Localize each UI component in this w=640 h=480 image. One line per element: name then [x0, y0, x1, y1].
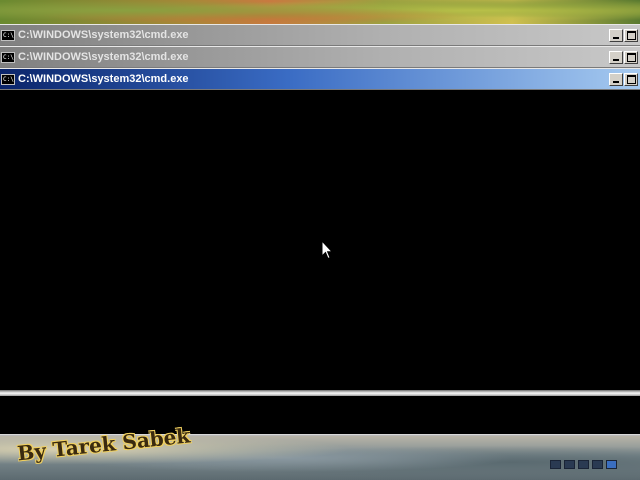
mouse-pointer-icon: [321, 240, 333, 260]
cmd-icon[interactable]: C:\: [1, 51, 15, 63]
cmd-window-2[interactable]: C:\ C:\WINDOWS\system32\cmd.exe: [0, 46, 640, 68]
console-area[interactable]: [0, 90, 640, 390]
slide-dot: [564, 460, 575, 469]
slide-dot: [578, 460, 589, 469]
console-lower-area[interactable]: [0, 396, 640, 434]
caption-buttons: [609, 72, 640, 86]
maximize-button[interactable]: [624, 72, 638, 86]
minimize-button[interactable]: [609, 50, 623, 64]
slide-dot: [592, 460, 603, 469]
maximize-button[interactable]: [624, 28, 638, 42]
cmd-window-3-titlebar[interactable]: C:\ C:\WINDOWS\system32\cmd.exe: [0, 69, 640, 89]
cmd-icon[interactable]: C:\: [1, 29, 15, 41]
caption-buttons: [609, 50, 640, 64]
cmd-icon[interactable]: C:\: [1, 73, 15, 85]
cmd-window-1-titlebar[interactable]: C:\ C:\WINDOWS\system32\cmd.exe: [0, 25, 640, 45]
caption-buttons: [609, 28, 640, 42]
desktop-wallpaper-top: [0, 0, 640, 26]
slide-dot: [550, 460, 561, 469]
window-title: C:\WINDOWS\system32\cmd.exe: [18, 29, 189, 41]
slideshow-indicator: [550, 460, 617, 469]
minimize-button[interactable]: [609, 28, 623, 42]
maximize-button[interactable]: [624, 50, 638, 64]
window-title: C:\WINDOWS\system32\cmd.exe: [18, 51, 189, 63]
cmd-window-3[interactable]: C:\ C:\WINDOWS\system32\cmd.exe: [0, 68, 640, 90]
cmd-window-2-titlebar[interactable]: C:\ C:\WINDOWS\system32\cmd.exe: [0, 47, 640, 67]
slide-dot: [606, 460, 617, 469]
cmd-window-1[interactable]: C:\ C:\WINDOWS\system32\cmd.exe: [0, 24, 640, 46]
window-title: C:\WINDOWS\system32\cmd.exe: [18, 73, 189, 85]
minimize-button[interactable]: [609, 72, 623, 86]
